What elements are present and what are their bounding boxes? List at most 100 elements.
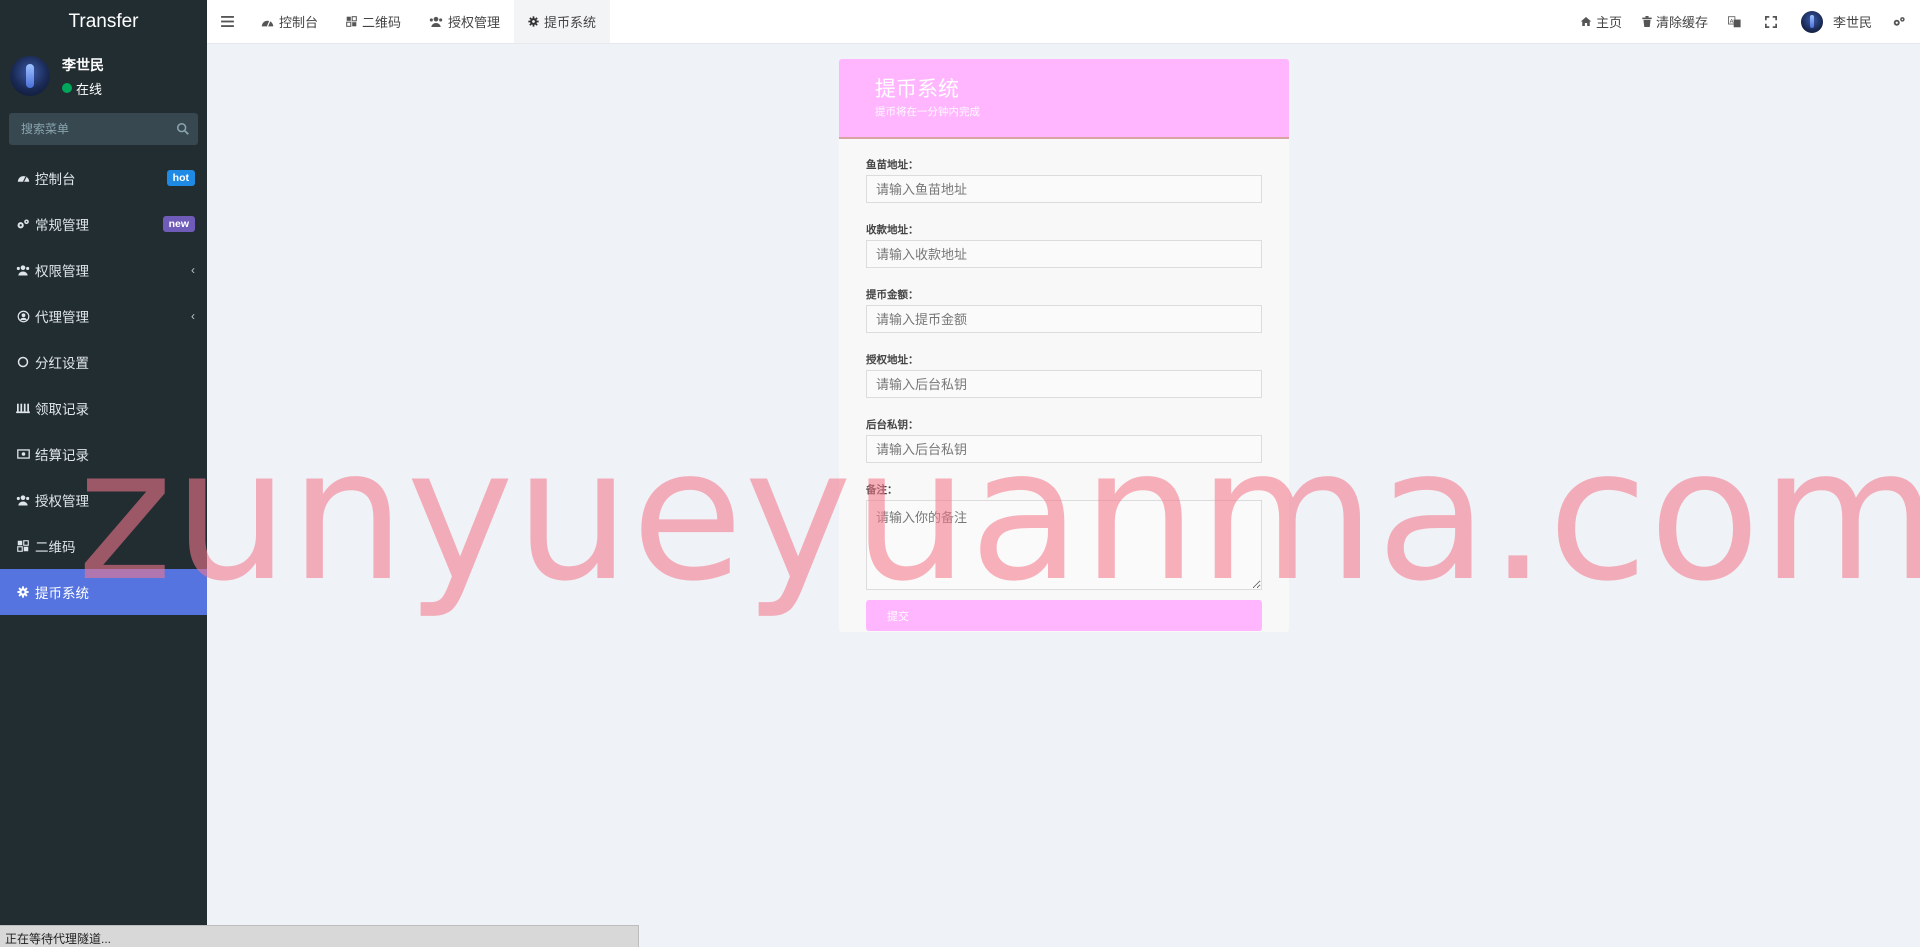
tab-qrcode[interactable]: 二维码 [332, 0, 415, 43]
chevron-left-icon: ‹ [191, 263, 195, 277]
fish-address-input[interactable] [866, 175, 1262, 203]
menu-toggle-button[interactable] [207, 0, 247, 43]
sidebar: Transfer 李世民 在线 控制台 hot 常规管理 new 权限管理 [0, 0, 207, 947]
top-navbar: 控制台 二维码 授权管理 提币系统 主页 清除缓存 A 李世民 [207, 0, 1920, 44]
users-icon [16, 263, 30, 277]
avatar [10, 56, 50, 96]
chevron-left-icon: ‹ [191, 309, 195, 323]
new-badge: new [162, 216, 195, 232]
field-label: 后台私钥： [866, 419, 919, 431]
sidebar-item-permissions[interactable]: 权限管理 ‹ [0, 247, 207, 293]
form-header: 提币系统 提币将在一分钟内完成 [839, 59, 1289, 139]
settings-button[interactable] [1882, 0, 1920, 44]
form-title: 提币系统 [875, 78, 959, 101]
language-button[interactable]: A [1718, 0, 1755, 44]
circle-icon [16, 355, 30, 369]
form-subtitle: 提币将在一分钟内完成 [875, 106, 980, 118]
tab-label: 提币系统 [544, 15, 597, 30]
sidebar-item-claims[interactable]: 领取记录 [0, 385, 207, 431]
fullscreen-icon [1764, 15, 1777, 28]
gear-icon [16, 585, 30, 599]
browser-status-bar: 正在等待代理隧道... [0, 925, 639, 947]
user-menu-name: 李世民 [1832, 15, 1872, 30]
sidebar-item-general[interactable]: 常规管理 new [0, 201, 207, 247]
home-label: 主页 [1595, 15, 1622, 30]
sidebar-item-label: 授权管理 [35, 494, 89, 509]
remark-textarea[interactable] [866, 500, 1262, 590]
sidebar-item-dividend[interactable]: 分红设置 [0, 339, 207, 385]
field-label: 提币金额： [866, 289, 919, 301]
tab-label: 控制台 [279, 15, 319, 30]
online-dot-icon [62, 83, 72, 93]
user-panel: 李世民 在线 [0, 44, 207, 108]
dashboard-icon [16, 171, 30, 185]
field-label: 备注： [866, 484, 898, 496]
sidebar-item-label: 代理管理 [35, 310, 89, 325]
field-fish-address: 鱼苗地址： [866, 157, 1262, 203]
dashboard-icon [261, 20, 274, 27]
sidebar-item-label: 领取记录 [35, 402, 89, 417]
qrcode-icon [346, 16, 357, 27]
sidebar-item-label: 控制台 [35, 172, 76, 187]
sidebar-item-label: 分红设置 [35, 356, 89, 371]
hot-badge: hot [166, 170, 195, 186]
translate-icon: A [1727, 15, 1741, 27]
private-key-input[interactable] [866, 435, 1262, 463]
list-icon [16, 401, 30, 415]
money-icon [16, 447, 30, 461]
amount-input[interactable] [866, 305, 1262, 333]
user-menu[interactable]: 李世民 [1791, 0, 1882, 44]
field-label: 授权地址： [866, 354, 919, 366]
field-private-key: 后台私钥： [866, 417, 1262, 463]
hamburger-icon [220, 16, 234, 27]
sidebar-item-label: 常规管理 [35, 218, 89, 233]
withdraw-form-card: 提币系统 提币将在一分钟内完成 鱼苗地址： 收款地址： 提币金额： 授权地址： … [839, 59, 1289, 632]
users-icon [429, 16, 443, 27]
field-auth-address: 授权地址： [866, 352, 1262, 398]
field-remark: 备注： [866, 482, 1262, 593]
sidebar-item-label: 权限管理 [35, 264, 89, 279]
clear-cache-label: 清除缓存 [1655, 15, 1708, 30]
navbar-right: 主页 清除缓存 A 李世民 [1570, 0, 1920, 43]
field-label: 鱼苗地址： [866, 159, 919, 171]
sidebar-item-label: 结算记录 [35, 448, 89, 463]
field-receive-address: 收款地址： [866, 222, 1262, 268]
sidebar-menu: 控制台 hot 常规管理 new 权限管理 ‹ 代理管理 ‹ 分红设置 领取记录 [0, 155, 207, 615]
field-label: 收款地址： [866, 224, 919, 236]
sidebar-item-label: 提币系统 [35, 586, 89, 601]
user-status-label: 在线 [76, 81, 103, 97]
receive-address-input[interactable] [866, 240, 1262, 268]
search-icon[interactable] [176, 122, 190, 136]
brand-logo[interactable]: Transfer [0, 0, 207, 44]
tab-authorization[interactable]: 授权管理 [415, 0, 514, 43]
search-input[interactable] [21, 122, 176, 136]
field-amount: 提币金额： [866, 287, 1262, 333]
cogs-icon [16, 217, 30, 231]
gear-icon [528, 16, 539, 27]
sidebar-search [9, 113, 198, 145]
home-icon [1580, 17, 1592, 26]
sidebar-item-settlement[interactable]: 结算记录 [0, 431, 207, 477]
cogs-icon [1893, 16, 1905, 26]
user-circle-icon [16, 309, 30, 323]
sidebar-item-agents[interactable]: 代理管理 ‹ [0, 293, 207, 339]
submit-button[interactable]: 提交 [866, 600, 1262, 631]
svg-text:A: A [1730, 18, 1734, 24]
tab-label: 二维码 [362, 15, 402, 30]
sidebar-item-dashboard[interactable]: 控制台 hot [0, 155, 207, 201]
users-icon [16, 493, 30, 507]
sidebar-item-label: 二维码 [35, 540, 76, 555]
user-name: 李世民 [62, 56, 104, 73]
tab-label: 授权管理 [448, 15, 501, 30]
tab-dashboard[interactable]: 控制台 [247, 0, 332, 43]
avatar [1800, 10, 1823, 33]
fullscreen-button[interactable] [1755, 0, 1791, 44]
sidebar-item-withdraw[interactable]: 提币系统 [0, 569, 207, 615]
clear-cache-button[interactable]: 清除缓存 [1632, 0, 1718, 44]
tab-withdraw[interactable]: 提币系统 [514, 0, 611, 43]
user-status: 在线 [62, 79, 104, 98]
home-link[interactable]: 主页 [1570, 0, 1632, 44]
sidebar-item-qrcode[interactable]: 二维码 [0, 523, 207, 569]
sidebar-item-authorization[interactable]: 授权管理 [0, 477, 207, 523]
auth-address-input[interactable] [866, 370, 1262, 398]
